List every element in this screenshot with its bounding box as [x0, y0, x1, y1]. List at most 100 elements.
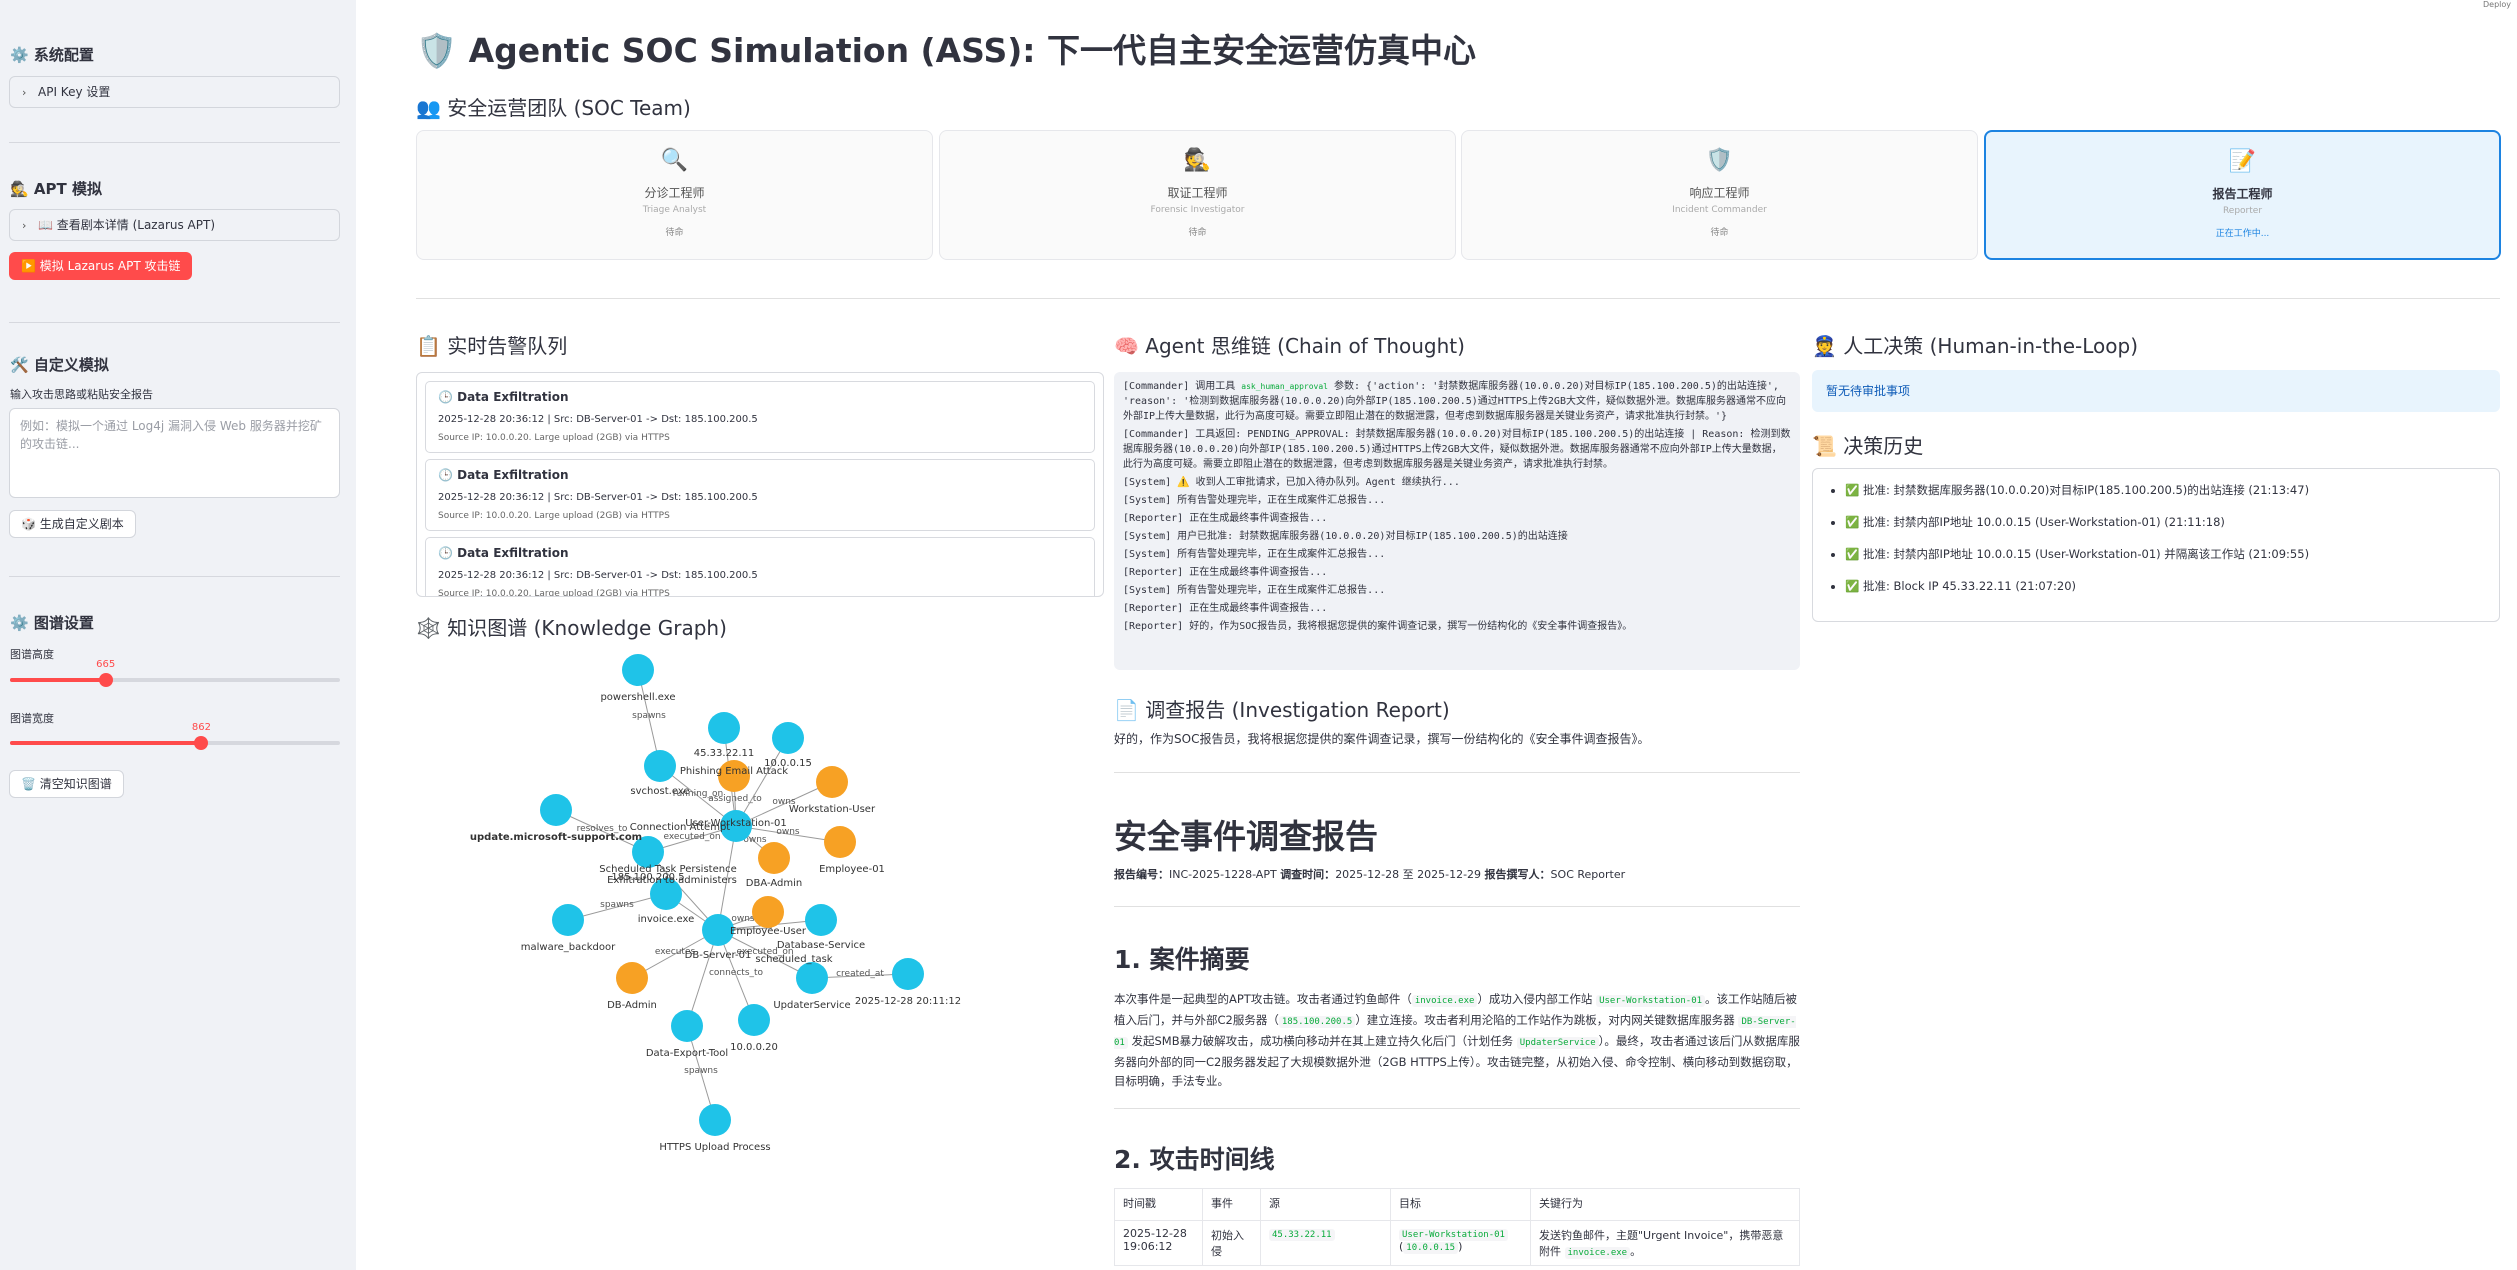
code-span: 10.0.0.15	[1403, 1242, 1459, 1254]
code-span: 45.33.22.11	[1269, 1229, 1335, 1241]
team-card-reporter: 📝 报告工程师 Reporter 正在工作中...	[1984, 130, 2501, 260]
report-divider	[1114, 906, 1800, 907]
graph-edge-label: spawns	[684, 1066, 718, 1076]
alert-meta: 2025-12-28 20:36:12 | Src: DB-Server-01 …	[438, 414, 758, 425]
clear-graph-button[interactable]: 🗑️ 清空知识图谱	[9, 770, 124, 798]
generate-script-button[interactable]: 🎲 生成自定义剧本	[9, 510, 136, 538]
report-meta: 报告编号：INC-2025-1228-APT 调查时间：2025-12-28 至…	[1114, 866, 1625, 882]
graph-node-label: DBA-Admin	[746, 878, 802, 889]
code-span: invoice.exe	[1564, 1247, 1631, 1259]
graph-node[interactable]	[752, 896, 784, 928]
knowledge-graph[interactable]: spawnsrunning_onassigned_to ownsownsresol…	[416, 646, 1106, 1270]
summary-text: ）建立连接。攻击者利用沦陷的工作站作为跳板，对内网关键数据库服务器	[1355, 1013, 1735, 1027]
code-span: UpdaterService	[1516, 1037, 1599, 1049]
history-item: ✅ 批准: 封禁内部IP地址 10.0.0.15 (User-Workstati…	[1845, 513, 2485, 531]
graph-width-slider[interactable]: 862	[10, 722, 340, 750]
code-span: User-Workstation-01	[1399, 1229, 1508, 1241]
graph-node-label: HTTPS Upload Process	[659, 1142, 770, 1153]
alert-item[interactable]: 🕒 Data Exfiltration 2025-12-28 20:36:12 …	[425, 381, 1095, 453]
deploy-button[interactable]: Deploy	[2483, 0, 2511, 9]
graph-node[interactable]	[805, 904, 837, 936]
report-heading: 📄 调查报告 (Investigation Report)	[1114, 698, 1450, 722]
alert-item[interactable]: 🕒 Data Exfiltration 2025-12-28 20:36:12 …	[425, 459, 1095, 531]
graph-height-label: 图谱高度	[10, 648, 54, 661]
summary-text: 本次事件是一起典型的APT攻击链。攻击者通过钓鱼邮件（	[1114, 992, 1412, 1006]
table-header-row: 时间戳 事件 源 目标 关键行为	[1114, 1188, 1800, 1221]
graph-node-label: powershell.exe	[600, 692, 675, 703]
alert-title: 🕒 Data Exfiltration	[438, 390, 569, 404]
graph-node-label: invoice.exe	[638, 914, 695, 925]
report-intro: 好的，作为SOC报告员，我将根据您提供的案件调查记录，撰写一份结构化的《安全事件…	[1114, 732, 1650, 746]
summary-paragraph: 本次事件是一起典型的APT攻击链。攻击者通过钓鱼邮件（ invoice.exe ）成…	[1114, 990, 1800, 1091]
code-span: invoice.exe	[1411, 995, 1478, 1007]
graph-node[interactable]	[816, 766, 848, 798]
graph-height-slider[interactable]: 665	[10, 659, 340, 687]
decision-history: ✅ 批准: 封禁数据库服务器(10.0.0.20)对目标IP(185.100.2…	[1812, 468, 2500, 622]
alert-item[interactable]: 🕒 Data Exfiltration 2025-12-28 20:36:12 …	[425, 537, 1095, 597]
graph-width-label: 图谱宽度	[10, 712, 54, 725]
tool-name: ask_human_approval	[1241, 382, 1328, 391]
meta-label: 报告撰写人：	[1484, 868, 1551, 881]
pending-approvals-info: 暂无待审批事项	[1812, 370, 2500, 412]
cot-line: [System] 用户已批准: 封禁数据库服务器(10.0.0.20)对目标IP…	[1123, 531, 1568, 542]
table-header: 目标	[1390, 1188, 1531, 1221]
cot-line: [System] ⚠️ 收到人工审批请求，已加入待办队列。Agent 继续执行.…	[1123, 477, 1460, 488]
custom-input-label: 输入攻击思路或粘贴安全报告	[10, 388, 153, 401]
graph-node[interactable]	[552, 904, 584, 936]
graph-node[interactable]	[772, 722, 804, 754]
alert-source: Source IP: 10.0.0.20. Large upload (2GB)…	[438, 589, 670, 597]
graph-node[interactable]	[892, 958, 924, 990]
graph-node[interactable]	[671, 1010, 703, 1042]
role-english-name: Incident Commander	[1672, 205, 1767, 215]
graph-node-label: 2025-12-28 20:11:12	[855, 996, 961, 1007]
graph-node-label: Employee-01	[819, 864, 885, 875]
section-divider	[416, 298, 2500, 299]
graph-node[interactable]	[540, 794, 572, 826]
graph-settings-heading: ⚙️ 图谱设置	[10, 614, 94, 632]
graph-node-label: Employee-User	[730, 926, 807, 937]
cot-line: [System] 所有告警处理完毕，正在生成案件汇总报告...	[1123, 585, 1386, 596]
graph-node[interactable]	[616, 962, 648, 994]
graph-node[interactable]	[758, 842, 790, 874]
team-card-triage: 🔍 分诊工程师 Triage Analyst 待命	[416, 130, 933, 260]
system-config-heading: ⚙️ 系统配置	[10, 46, 94, 64]
role-icon: 🔍	[660, 148, 689, 173]
table-header: 关键行为	[1530, 1188, 1800, 1221]
graph-node[interactable]	[824, 826, 856, 858]
graph-node[interactable]	[699, 1104, 731, 1136]
graph-node[interactable]	[708, 712, 740, 744]
graph-node-label: Exfiltration to administers	[607, 875, 737, 886]
graph-node[interactable]	[644, 750, 676, 782]
cot-line: [Reporter] 好的，作为SOC报告员，我将根据您提供的案件调查记录，撰写…	[1123, 621, 1633, 632]
alert-meta: 2025-12-28 20:36:12 | Src: DB-Server-01 …	[438, 492, 758, 503]
graph-node[interactable]	[622, 654, 654, 686]
script-expander[interactable]: › 📖 查看剧本详情 (Lazarus APT)	[9, 209, 340, 241]
role-status: 待命	[665, 228, 684, 238]
alert-queue[interactable]: 🕒 Data Exfiltration 2025-12-28 20:36:12 …	[416, 372, 1104, 597]
table-header: 源	[1260, 1188, 1391, 1221]
cot-heading: 🧠 Agent 思维链 (Chain of Thought)	[1114, 334, 1465, 358]
graph-node-label: DB-Server-01	[685, 950, 752, 961]
cot-line: [Reporter] 正在生成最终事件调查报告...	[1123, 513, 1328, 524]
slider-thumb[interactable]	[98, 673, 113, 687]
graph-edge-label: owns	[731, 914, 755, 924]
table-cell: 初始入侵	[1202, 1220, 1261, 1266]
apt-sim-heading: 🕵️ APT 模拟	[10, 180, 102, 198]
api-key-expander-label: API Key 设置	[38, 85, 111, 99]
slider-thumb[interactable]	[194, 736, 209, 750]
graph-node[interactable]	[738, 1004, 770, 1036]
api-key-expander[interactable]: › API Key 设置	[9, 76, 340, 108]
simulate-apt-button[interactable]: ▶️ 模拟 Lazarus APT 攻击链	[9, 252, 193, 280]
custom-attack-textarea[interactable]: 例如：模拟一个通过 Log4j 漏洞入侵 Web 服务器并挖矿的攻击链...	[9, 408, 340, 498]
table-header: 事件	[1202, 1188, 1261, 1221]
alert-meta: 2025-12-28 20:36:12 | Src: DB-Server-01 …	[438, 570, 758, 581]
summary-text: 发起SMB暴力破解攻击，成功横向移动并在其上建立持久化后门（计划任务	[1131, 1034, 1514, 1048]
history-item: ✅ 批准: 封禁数据库服务器(10.0.0.20)对目标IP(185.100.2…	[1845, 481, 2485, 499]
role-english-name: Triage Analyst	[642, 205, 707, 215]
script-expander-label: 📖 查看剧本详情 (Lazarus APT)	[38, 218, 216, 232]
cot-line: [Commander] 工具返回: PENDING_APPROVAL: 封禁数据…	[1123, 429, 1791, 470]
graph-node[interactable]	[796, 962, 828, 994]
alert-source: Source IP: 10.0.0.20. Large upload (2GB)…	[438, 511, 670, 521]
graph-heading: 🕸️ 知识图谱 (Knowledge Graph)	[416, 616, 727, 640]
alert-source: Source IP: 10.0.0.20. Large upload (2GB)…	[438, 433, 670, 443]
